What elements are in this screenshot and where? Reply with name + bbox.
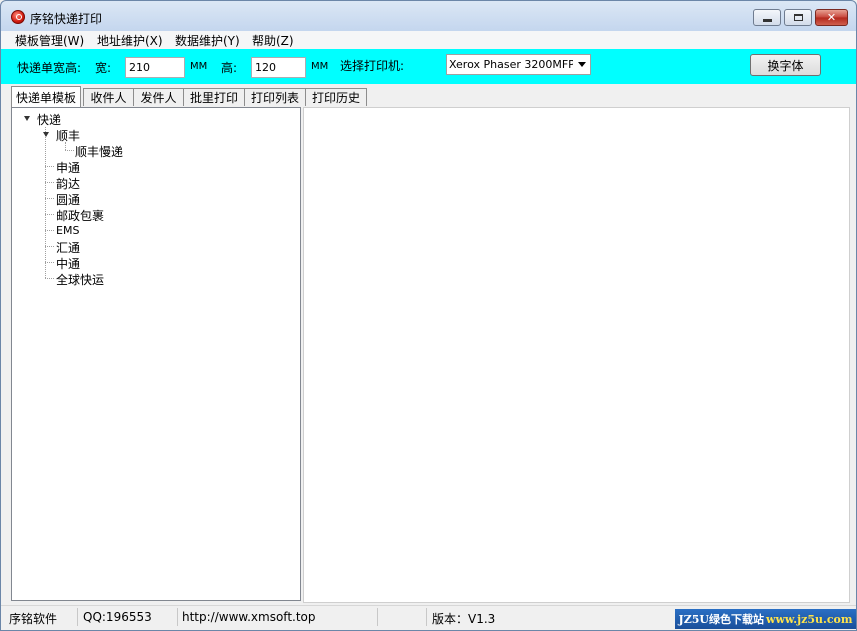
settings-toolbar: 快递单宽高: 宽: MM 高: MM 选择打印机: Xerox Phaser 3… bbox=[1, 49, 856, 84]
tree-node-shunfeng-slow[interactable]: 顺丰慢递 bbox=[75, 143, 123, 160]
tree-node-courier[interactable]: 申通 bbox=[56, 159, 80, 176]
tree-connector bbox=[45, 262, 54, 263]
tree-node-courier[interactable]: 全球快运 bbox=[56, 271, 104, 288]
close-button[interactable]: ✕ bbox=[815, 9, 848, 26]
tab-print-list[interactable]: 打印列表 bbox=[244, 88, 306, 106]
tree-expanded-icon[interactable] bbox=[43, 132, 49, 137]
minimize-button[interactable] bbox=[753, 9, 781, 26]
watermark-logo: JZ5U绿色下载站 bbox=[678, 613, 764, 626]
tree-connector bbox=[45, 166, 54, 167]
tree-connector bbox=[65, 150, 74, 151]
size-label: 快递单宽高: bbox=[17, 61, 82, 75]
close-icon: ✕ bbox=[826, 11, 837, 24]
width-input[interactable] bbox=[125, 57, 185, 78]
status-divider bbox=[77, 608, 78, 626]
window-title: 序铭快递打印 bbox=[30, 12, 103, 26]
app-logo-icon bbox=[11, 10, 25, 24]
status-divider bbox=[177, 608, 178, 626]
tree-node-courier[interactable]: 圆通 bbox=[56, 191, 80, 208]
height-label: 高: bbox=[221, 61, 238, 75]
tree-connector bbox=[45, 278, 54, 279]
tree-node-courier[interactable]: EMS bbox=[56, 224, 79, 237]
minimize-icon bbox=[762, 19, 772, 22]
tree-node-courier[interactable]: 中通 bbox=[56, 255, 80, 272]
tree-connector bbox=[45, 182, 54, 183]
maximize-icon bbox=[793, 14, 803, 21]
menu-template-manage[interactable]: 模板管理(W) bbox=[15, 32, 84, 49]
maximize-button[interactable] bbox=[784, 9, 812, 26]
status-company: 序铭软件 bbox=[9, 612, 58, 626]
status-qq: QQ:196553 bbox=[83, 610, 152, 624]
printer-selected-value: Xerox Phaser 3200MFP PC bbox=[449, 58, 573, 71]
template-tree: 快递 顺丰 顺丰慢递 申通 韵达 圆通 邮政包裹 EMS 汇通 中通 全球快运 bbox=[11, 107, 301, 601]
watermark-site: www.jz5u.com bbox=[765, 612, 853, 626]
tree-expanded-icon[interactable] bbox=[24, 116, 30, 121]
tree-connector bbox=[45, 214, 54, 215]
status-version: 版本：V1.3 bbox=[432, 612, 496, 626]
status-divider bbox=[426, 608, 427, 626]
width-unit: MM bbox=[190, 61, 208, 72]
tree-connector bbox=[45, 230, 54, 231]
menu-bar: 模板管理(W) 地址维护(X) 数据维护(Y) 帮助(Z) bbox=[1, 31, 856, 49]
change-font-button[interactable]: 换字体 bbox=[750, 54, 821, 76]
tree-connector bbox=[45, 198, 54, 199]
tree-connector bbox=[45, 246, 54, 247]
tab-print-history[interactable]: 打印历史 bbox=[305, 88, 367, 106]
tree-node-courier[interactable]: 汇通 bbox=[56, 239, 80, 256]
chevron-down-icon bbox=[578, 62, 586, 67]
tree-node-shunfeng[interactable]: 顺丰 bbox=[56, 127, 80, 144]
printer-select[interactable]: Xerox Phaser 3200MFP PC bbox=[446, 54, 591, 75]
tree-connector bbox=[45, 127, 46, 278]
tree-connector bbox=[65, 142, 66, 150]
tab-templates[interactable]: 快递单模板 bbox=[11, 86, 81, 107]
tab-sender[interactable]: 发件人 bbox=[133, 88, 184, 106]
template-preview-area[interactable] bbox=[303, 107, 850, 603]
tree-node-courier[interactable]: 邮政包裹 bbox=[56, 207, 104, 224]
app-window: 序铭快递打印 ✕ 模板管理(W) 地址维护(X) 数据维护(Y) 帮助(Z) 快… bbox=[0, 0, 857, 631]
height-input[interactable] bbox=[251, 57, 306, 78]
tree-node-root[interactable]: 快递 bbox=[37, 111, 61, 128]
tree-node-courier[interactable]: 韵达 bbox=[56, 175, 80, 192]
status-website[interactable]: http://www.xmsoft.top bbox=[182, 610, 316, 624]
tab-recipient[interactable]: 收件人 bbox=[83, 88, 134, 106]
menu-data-maintain[interactable]: 数据维护(Y) bbox=[175, 32, 240, 49]
title-bar: 序铭快递打印 ✕ bbox=[1, 1, 856, 31]
height-unit: MM bbox=[311, 61, 329, 72]
tab-batch-print[interactable]: 批里打印 bbox=[183, 88, 245, 106]
watermark-banner: JZ5U绿色下载站 www.jz5u.com bbox=[675, 609, 856, 629]
menu-help[interactable]: 帮助(Z) bbox=[252, 32, 294, 49]
status-divider bbox=[377, 608, 378, 626]
width-label: 宽: bbox=[95, 61, 112, 75]
printer-label: 选择打印机: bbox=[340, 59, 405, 73]
menu-address-maintain[interactable]: 地址维护(X) bbox=[97, 32, 163, 49]
